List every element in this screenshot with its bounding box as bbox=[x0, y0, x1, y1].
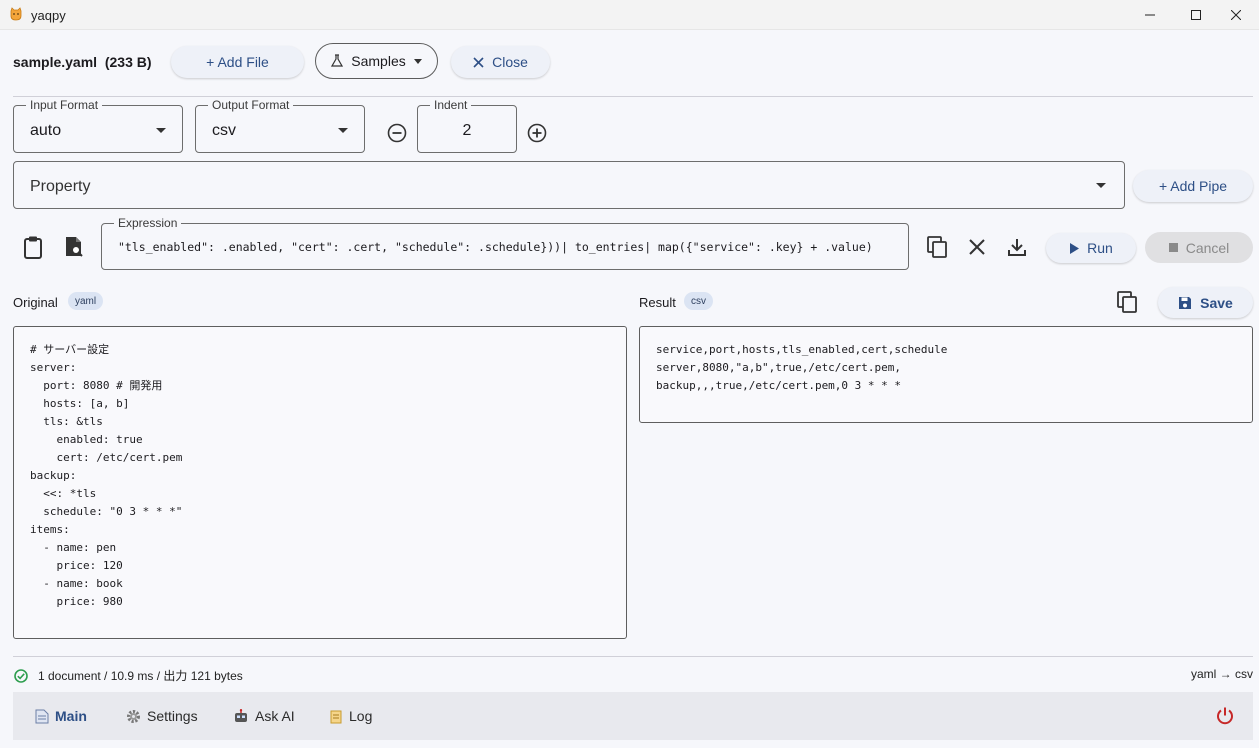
paste-button[interactable] bbox=[22, 234, 44, 260]
pipe-value: Property bbox=[30, 178, 91, 195]
nav-log-label: Log bbox=[349, 708, 373, 724]
file-name: sample.yaml bbox=[13, 54, 98, 70]
minimize-button[interactable] bbox=[1127, 0, 1173, 30]
play-icon bbox=[1070, 242, 1080, 254]
indent-field[interactable]: Indent 2 bbox=[417, 98, 517, 153]
dropdown-caret-icon bbox=[1096, 183, 1106, 188]
scroll-icon bbox=[330, 710, 342, 723]
nav-main-label: Main bbox=[55, 708, 87, 724]
nav-log[interactable]: Log bbox=[329, 708, 372, 724]
indent-value: 2 bbox=[462, 122, 472, 139]
save-icon bbox=[1179, 296, 1192, 309]
robot-icon bbox=[235, 708, 247, 722]
download-icon bbox=[1008, 239, 1026, 256]
nav-settings-label: Settings bbox=[147, 708, 198, 724]
file-info: sample.yaml (233 B) bbox=[13, 54, 152, 70]
file-search-icon bbox=[66, 237, 83, 257]
samples-button[interactable]: Samples bbox=[315, 43, 438, 79]
result-format-chip: csv bbox=[684, 292, 713, 310]
nav-ask-ai[interactable]: Ask AI bbox=[233, 708, 295, 724]
input-format-select[interactable]: Input Format auto bbox=[13, 98, 183, 153]
save-label: Save bbox=[1200, 294, 1233, 311]
nav-main[interactable]: Main bbox=[35, 708, 87, 724]
app-logo-icon bbox=[10, 7, 22, 21]
minimize-icon bbox=[1145, 14, 1155, 16]
save-button[interactable]: Save bbox=[1158, 287, 1253, 318]
flask-icon bbox=[331, 54, 344, 67]
add-pipe-button[interactable]: + Add Pipe bbox=[1133, 170, 1253, 202]
pipe-select[interactable]: Property bbox=[13, 161, 1125, 209]
power-icon bbox=[1217, 707, 1233, 725]
maximize-icon bbox=[1191, 10, 1201, 20]
stop-icon bbox=[1168, 243, 1178, 252]
output-format-label: Output Format bbox=[208, 98, 294, 112]
add-pipe-label: + Add Pipe bbox=[1158, 178, 1228, 194]
indent-label: Indent bbox=[430, 98, 472, 112]
input-format-value: auto bbox=[30, 122, 62, 139]
copy-expression-button[interactable] bbox=[926, 235, 948, 259]
result-content: service,port,hosts,tls_enabled,cert,sche… bbox=[656, 343, 948, 392]
original-label: Original bbox=[13, 295, 58, 310]
indent-decrease-button[interactable] bbox=[386, 122, 408, 144]
load-expression-button[interactable] bbox=[63, 235, 85, 259]
input-format-label: Input Format bbox=[26, 98, 103, 112]
result-label: Result bbox=[639, 295, 676, 310]
close-file-button[interactable]: Close bbox=[451, 46, 550, 78]
status-divider bbox=[13, 656, 1253, 657]
title-bar: yaqpy bbox=[0, 0, 1259, 30]
bottom-navigation: Main Settings Ask AI Log bbox=[13, 692, 1253, 740]
dropdown-caret-icon bbox=[338, 128, 348, 133]
output-format-value: csv bbox=[212, 122, 236, 139]
expression-value: "tls_enabled": .enabled, "cert": .cert, … bbox=[118, 240, 873, 254]
copy-icon bbox=[927, 236, 947, 258]
nav-ask-ai-label: Ask AI bbox=[255, 708, 295, 724]
output-format-select[interactable]: Output Format csv bbox=[195, 98, 365, 153]
run-label: Run bbox=[1087, 240, 1113, 256]
add-file-button[interactable]: + Add File bbox=[171, 46, 304, 78]
close-icon bbox=[969, 239, 985, 255]
copy-icon bbox=[1117, 291, 1137, 313]
clipboard-icon bbox=[24, 236, 42, 259]
indent-increase-button[interactable] bbox=[526, 122, 548, 144]
close-icon bbox=[473, 56, 484, 68]
nav-settings[interactable]: Settings bbox=[126, 708, 198, 724]
expression-label: Expression bbox=[114, 216, 182, 230]
file-size: (233 B) bbox=[104, 54, 152, 70]
quit-button[interactable] bbox=[1214, 705, 1236, 727]
samples-label: Samples bbox=[351, 53, 406, 69]
original-content: # サーバー設定 server: port: 8080 # 開発用 hosts:… bbox=[30, 343, 183, 608]
conversion-indicator: yaml → csv bbox=[1190, 667, 1253, 681]
plus-circle-icon bbox=[527, 123, 547, 143]
minus-circle-icon bbox=[387, 123, 407, 143]
dropdown-caret-icon bbox=[413, 58, 422, 64]
clear-expression-button[interactable] bbox=[967, 237, 987, 257]
status-text: 1 document / 10.9 ms / 出力 121 bytes bbox=[38, 669, 243, 683]
expression-field[interactable]: Expression "tls_enabled": .enabled, "cer… bbox=[101, 216, 909, 270]
download-button[interactable] bbox=[1006, 236, 1028, 258]
document-icon bbox=[35, 709, 49, 723]
header-divider bbox=[13, 96, 1253, 97]
status-bar: 1 document / 10.9 ms / 出力 121 bytes bbox=[14, 667, 243, 684]
dropdown-caret-icon bbox=[156, 128, 166, 133]
gear-icon bbox=[127, 709, 140, 723]
result-viewer[interactable]: service,port,hosts,tls_enabled,cert,sche… bbox=[639, 326, 1253, 423]
cancel-button[interactable]: Cancel bbox=[1145, 232, 1253, 263]
original-format-chip: yaml bbox=[68, 292, 104, 310]
close-label: Close bbox=[492, 54, 528, 70]
window-close-button[interactable] bbox=[1213, 0, 1259, 30]
window-title: yaqpy bbox=[31, 8, 66, 23]
copy-result-button[interactable] bbox=[1116, 290, 1138, 314]
original-editor[interactable]: # サーバー設定 server: port: 8080 # 開発用 hosts:… bbox=[13, 326, 627, 639]
check-circle-icon bbox=[14, 668, 28, 683]
add-file-label: + Add File bbox=[206, 54, 269, 70]
run-button[interactable]: Run bbox=[1046, 233, 1136, 263]
close-icon bbox=[1231, 10, 1241, 20]
cancel-label: Cancel bbox=[1185, 239, 1230, 256]
